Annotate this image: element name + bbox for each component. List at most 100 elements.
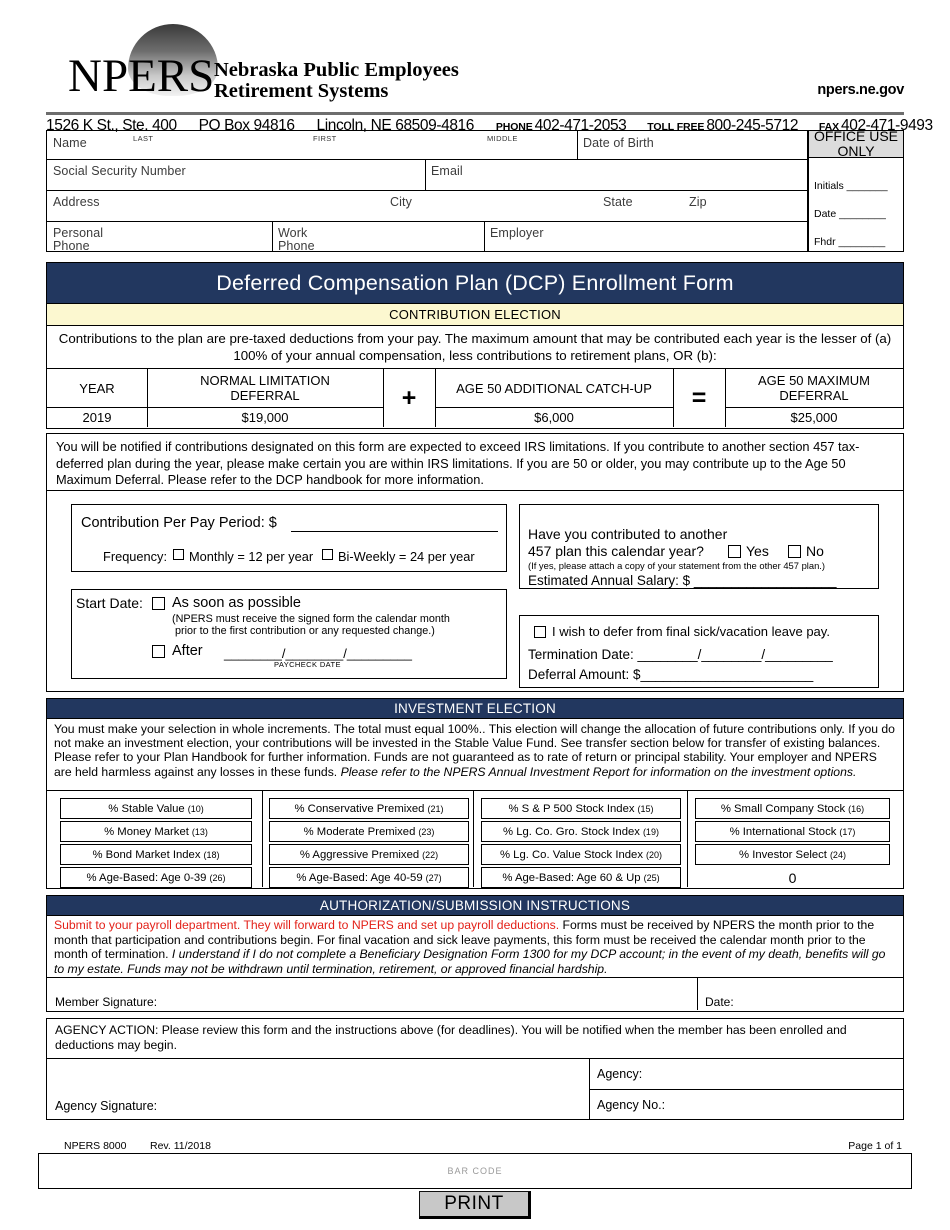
member-signature-date-label[interactable]: Date: [705, 995, 734, 1009]
fund-row[interactable]: % Small Company Stock (16) [695, 798, 890, 819]
form-page: NPERS Nebraska Public Employees Retireme… [0, 0, 950, 1230]
agency-signature-label[interactable]: Agency Signature: [55, 1099, 157, 1113]
paycheck-date-label: PAYCHECK DATE [274, 660, 341, 669]
office-fhdr-field[interactable]: Fhdr ________ [814, 236, 885, 248]
fund-row[interactable]: % Age-Based: Age 0-39 (26) [60, 867, 252, 888]
label-state: State [603, 195, 633, 209]
member-signature-label[interactable]: Member Signature: [55, 995, 157, 1009]
another-plan-yes-checkbox[interactable] [728, 545, 741, 558]
contribution-election-band: CONTRIBUTION ELECTION [46, 304, 904, 326]
frequency-monthly-checkbox[interactable] [173, 549, 184, 560]
page-title-text: Deferred Compensation Plan (DCP) Enrollm… [216, 270, 734, 295]
divider [425, 159, 426, 190]
fund-number: (21) [427, 803, 444, 814]
agency-no-field-label[interactable]: Agency No.: [597, 1098, 665, 1112]
footer: NPERS 8000 Rev. 11/2018 Page 1 of 1 [46, 1140, 904, 1154]
fund-row[interactable]: % Investor Select (24) [695, 844, 890, 865]
deferral-amount-field[interactable]: Deferral Amount: $______________________… [528, 667, 813, 682]
divider [47, 159, 809, 160]
fund-number: (18) [203, 849, 220, 860]
fund-number: (22) [422, 849, 439, 860]
office-use-header: OFFICE USE ONLY [808, 129, 904, 159]
investment-election-band: INVESTMENT ELECTION [46, 698, 904, 719]
another-plan-no-checkbox[interactable] [788, 545, 801, 558]
fund-row[interactable]: % Money Market (13) [60, 821, 252, 842]
another-plan-yes-label: Yes [746, 543, 769, 559]
fund-row[interactable]: % Lg. Co. Gro. Stock Index (19) [481, 821, 681, 842]
limits-header-year: YEAR [79, 380, 115, 396]
fund-column-3: % S & P 500 Stock Index (15) % Lg. Co. Gr… [481, 798, 681, 890]
label-work-phone-line1: Work [278, 226, 308, 240]
frequency-biweekly-checkbox[interactable] [322, 549, 333, 560]
termination-date-field[interactable]: Termination Date: ________/________/____… [528, 647, 833, 662]
divider [589, 1089, 903, 1090]
estimated-annual-salary-field[interactable]: Estimated Annual Salary: $ _____________… [528, 573, 837, 588]
limits-value-catchup: $6,000 [534, 409, 574, 425]
frequency-biweekly-label: Bi-Weekly = 24 per year [338, 549, 475, 564]
fund-label: % Aggressive Premixed [299, 848, 420, 861]
office-initials-field[interactable]: Initials _______ [814, 180, 888, 192]
fund-label: % International Stock [729, 825, 837, 838]
contribution-intro: Contributions to the plan are pre-taxed … [46, 326, 904, 369]
divider [577, 131, 578, 159]
fund-row[interactable]: % Aggressive Premixed (22) [269, 844, 469, 865]
fund-row[interactable]: % Age-Based: Age 40-59 (27) [269, 867, 469, 888]
another-plan-question-line1: Have you contributed to another [528, 526, 728, 542]
start-after-checkbox[interactable] [152, 645, 165, 658]
label-ssn: Social Security Number [53, 164, 186, 178]
member-info-grid: Name LAST FIRST MIDDLE Date of Birth Soc… [46, 130, 904, 253]
fund-label: % Moderate Premixed [303, 825, 416, 838]
divider [697, 978, 698, 1010]
letterhead-rule [46, 112, 904, 115]
print-button[interactable]: PRINT [419, 1191, 531, 1219]
fund-label: % Age-Based: Age 40-59 [296, 871, 423, 884]
office-date-field[interactable]: Date ________ [814, 208, 886, 220]
plus-operator: + [401, 383, 417, 412]
label-personal-phone-line2: Phone [53, 239, 90, 253]
label-address: Address [53, 195, 100, 209]
fund-row[interactable]: % Moderate Premixed (23) [269, 821, 469, 842]
defer-sick-vacation-label: I wish to defer from final sick/vacation… [552, 624, 830, 639]
limits-header-max: AGE 50 MAXIMUM DEFERRAL [725, 369, 903, 407]
fund-row[interactable]: % International Stock (17) [695, 821, 890, 842]
label-last: LAST [133, 134, 154, 143]
agency-field-label[interactable]: Agency: [597, 1067, 642, 1081]
fund-row[interactable]: % Conservative Premixed (21) [269, 798, 469, 819]
fund-row[interactable]: % Stable Value (10) [60, 798, 252, 819]
label-name: Name [53, 136, 87, 150]
fund-column-1: % Stable Value (10) % Money Market (13) % … [60, 798, 252, 890]
label-zip: Zip [689, 195, 707, 209]
fund-column-4: % Small Company Stock (16) % Internationa… [695, 798, 890, 888]
per-pay-period-input[interactable] [291, 516, 498, 532]
label-middle: MIDDLE [487, 134, 518, 143]
deferral-limits-table: YEAR NORMAL LIMITATION DEFERRAL + AGE 50… [46, 369, 904, 429]
authorization-red-text: Submit to your payroll department. They … [54, 918, 560, 932]
fund-row[interactable]: % Age-Based: Age 60 & Up (25) [481, 867, 681, 888]
start-asap-checkbox[interactable] [152, 597, 165, 610]
office-use-body: Initials _______ Date ________ Fhdr ____… [808, 158, 904, 252]
investment-funds-table: % Stable Value (10) % Money Market (13) % … [46, 791, 904, 889]
investment-total: 0 [788, 869, 797, 886]
start-after-date-input[interactable]: ________/________/_________ [224, 646, 412, 661]
fund-label: % Lg. Co. Value Stock Index [500, 848, 643, 861]
fund-label: % Investor Select [739, 848, 827, 861]
limits-value-maximum: $25,000 [790, 409, 838, 425]
letterhead: NPERS Nebraska Public Employees Retireme… [46, 18, 933, 134]
irs-limitation-notice-text: You will be notified if contributions de… [56, 439, 860, 487]
fund-row[interactable]: % S & P 500 Stock Index (15) [481, 798, 681, 819]
frequency-monthly-label: Monthly = 12 per year [189, 549, 314, 564]
defer-sick-vacation-checkbox[interactable] [534, 626, 546, 638]
divider [589, 1058, 590, 1119]
divider [47, 221, 809, 222]
authorization-italic-text: I understand if I do not complete a Bene… [54, 947, 886, 976]
start-after-label: After [172, 643, 203, 659]
fund-row[interactable]: % Bond Market Index (18) [60, 844, 252, 865]
fund-number: (16) [848, 803, 865, 814]
fund-label: % Small Company Stock [720, 802, 846, 815]
page-title: Deferred Compensation Plan (DCP) Enrollm… [46, 262, 904, 304]
another-457-plan-panel: Have you contributed to another 457 plan… [519, 504, 879, 589]
fund-row[interactable]: % Lg. Co. Value Stock Index (20) [481, 844, 681, 865]
start-asap-note-line2: prior to the first contribution or any r… [175, 625, 435, 637]
start-asap-label: As soon as possible [172, 595, 301, 611]
fund-number: (19) [642, 826, 659, 837]
